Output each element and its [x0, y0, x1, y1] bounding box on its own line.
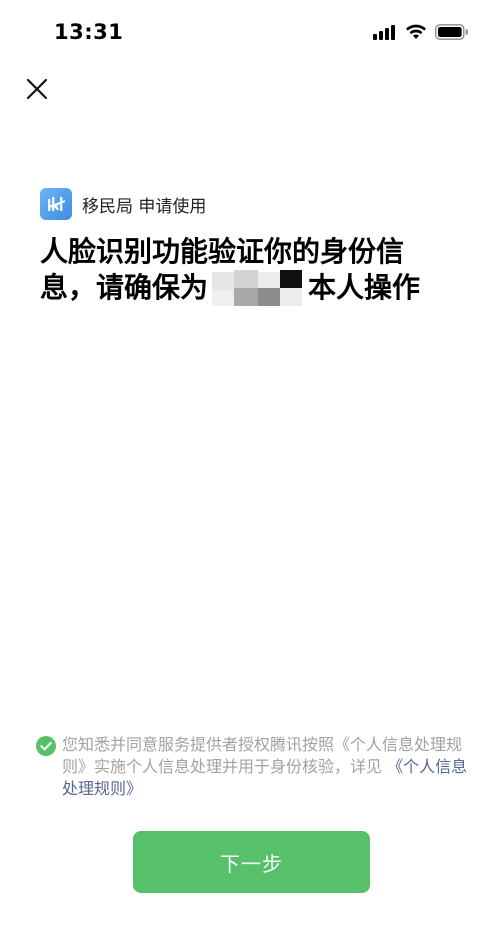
consent-row: 您知悉并同意服务提供者授权腾讯按照《个人信息处理规则》实施个人信息处理并用于身份… — [36, 734, 476, 800]
page-title-prefix: 息，请确保为 — [40, 271, 209, 304]
status-bar: 13:31 — [0, 0, 503, 64]
page-title: 人脸识别功能验证你的身份信 息，请确保为 本人操作 — [40, 234, 460, 306]
requester-row: 移民局 申请使用 — [40, 188, 206, 220]
page-title-suffix: 本人操作 — [308, 271, 421, 304]
status-icons — [373, 24, 469, 44]
consent-text: 您知悉并同意服务提供者授权腾讯按照《个人信息处理规则》实施个人信息处理并用于身份… — [62, 734, 476, 800]
page-title-line-1: 人脸识别功能验证你的身份信 — [40, 235, 405, 268]
close-button[interactable] — [22, 74, 52, 104]
consent-checkbox[interactable] — [36, 736, 56, 756]
requester-label: 移民局 申请使用 — [82, 196, 207, 217]
next-button[interactable]: 下一步 — [133, 831, 370, 893]
checkmark-icon — [36, 736, 56, 756]
cellular-signal-icon — [373, 24, 397, 44]
wifi-icon — [405, 24, 427, 44]
consent-text-part-2: 实施个人信息处理并用于身份核验，详见 — [94, 757, 383, 776]
battery-icon — [435, 24, 469, 44]
redacted-name — [212, 270, 304, 306]
app-logo-icon — [40, 188, 72, 220]
status-time: 13:31 — [54, 20, 124, 44]
close-icon — [26, 78, 48, 100]
consent-text-part-1: 您知悉并同意服务提供者授权腾讯按照 — [62, 735, 335, 754]
page-title-line-2: 息，请确保为 本人操作 — [40, 270, 460, 306]
